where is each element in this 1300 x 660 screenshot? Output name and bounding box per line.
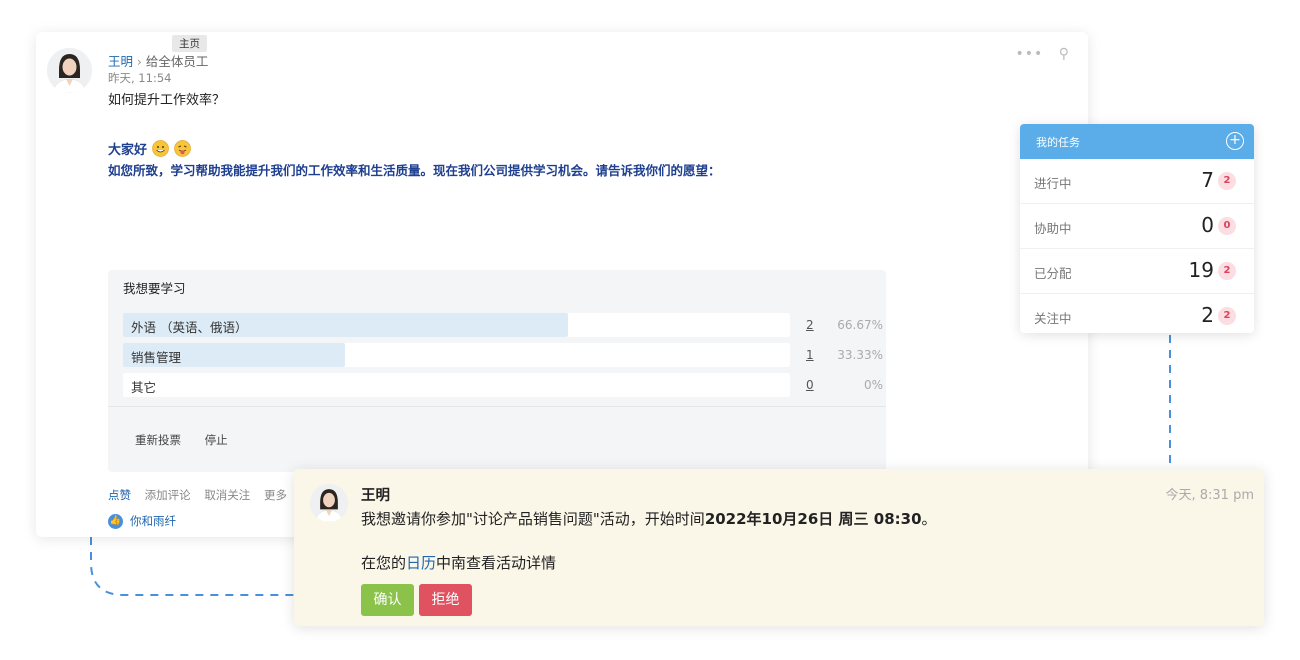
task-row-following[interactable]: 关注中 2 2 (1020, 294, 1254, 333)
poll-option-percent: 0% (863, 378, 883, 392)
task-badge: 2 (1218, 172, 1236, 190)
stop-poll-button[interactable]: 停止 (205, 433, 228, 447)
task-row-assisting[interactable]: 协助中 0 0 (1020, 204, 1254, 249)
post-subject: 如何提升工作效率？ (108, 93, 226, 108)
calendar-hint-suffix: 中南查看活动详情 (436, 554, 557, 572)
add-comment-button[interactable]: 添加评论 (145, 488, 191, 502)
invite-text: 我想邀请你参加"讨论产品销售问题"活动，开始时间2022年10月26日 周三 0… (361, 508, 937, 529)
poll-option-label: 外语 （英语、俄语） (131, 320, 248, 335)
invite-text-prefix: 我想邀请你参加"讨论产品销售问题"活动，开始时间 (361, 510, 705, 528)
poll-option-label: 其它 (131, 380, 157, 395)
calendar-link[interactable]: 日历 (406, 554, 436, 572)
poll-option[interactable]: 外语 （英语、俄语） 2 66.67% (123, 313, 883, 337)
connector-left (90, 537, 299, 596)
poll-option-count[interactable]: 0 (806, 378, 814, 392)
task-count: 2 (1201, 303, 1214, 327)
more-button[interactable]: 更多 (264, 488, 287, 502)
author-name[interactable]: 王明 (108, 54, 133, 69)
poll: 我想要学习 外语 （英语、俄语） 2 66.67% 销售管理 1 33.33% … (108, 270, 886, 472)
poll-option-count[interactable]: 2 (806, 318, 814, 332)
poll-actions: 重新投票 停止 (135, 432, 248, 448)
poll-option-label: 销售管理 (131, 350, 182, 365)
post-toolbar: ••• ⚲ (1006, 46, 1071, 62)
calendar-hint: 在您的日历中南查看活动详情 (361, 552, 556, 573)
event-invite-notification: 王明 今天, 8:31 pm 我想邀请你参加"讨论产品销售问题"活动，开始时间2… (294, 469, 1264, 626)
poll-title: 我想要学习 (123, 281, 186, 296)
greeting: 大家好 (108, 139, 191, 158)
tasks-header: 我的任务 + (1020, 124, 1254, 159)
author-avatar[interactable] (47, 48, 92, 93)
confirm-button[interactable]: 确认 (361, 584, 414, 616)
sender-name[interactable]: 王明 (361, 484, 390, 505)
likers-text: 你和雨纤 (130, 514, 176, 528)
calendar-hint-prefix: 在您的 (361, 554, 407, 572)
greeting-text: 大家好 (108, 143, 148, 158)
add-task-icon[interactable]: + (1226, 132, 1244, 150)
unfollow-button[interactable]: 取消关注 (204, 488, 250, 502)
poll-option[interactable]: 销售管理 1 33.33% (123, 343, 883, 367)
my-tasks-widget: 我的任务 + 进行中 7 2 协助中 0 0 已分配 19 2 关注中 2 2 (1020, 124, 1254, 333)
post-header: 王明 › 给全体员工 (108, 51, 208, 70)
task-badge: 2 (1218, 307, 1236, 325)
recipient[interactable]: 给全体员工 (146, 54, 209, 69)
task-badge: 2 (1218, 262, 1236, 280)
tasks-title: 我的任务 (1036, 136, 1080, 149)
task-row-in-progress[interactable]: 进行中 7 2 (1020, 159, 1254, 204)
poll-option-count[interactable]: 1 (806, 348, 814, 362)
home-tooltip: 主页 (172, 35, 207, 52)
task-count: 19 (1188, 258, 1214, 282)
task-count: 0 (1201, 213, 1214, 237)
invite-time: 今天, 8:31 pm (1165, 488, 1254, 503)
post-time: 昨天, 11:54 (108, 71, 172, 85)
task-label: 进行中 (1034, 176, 1072, 191)
reject-button[interactable]: 拒绝 (419, 584, 472, 616)
invite-datetime: 2022年10月26日 周三 08:30 (704, 510, 922, 528)
poll-option[interactable]: 其它 0 0% (123, 373, 883, 397)
task-count: 7 (1201, 168, 1214, 192)
task-label: 关注中 (1034, 311, 1072, 326)
pin-icon[interactable]: ⚲ (1059, 46, 1070, 62)
task-row-assigned[interactable]: 已分配 19 2 (1020, 249, 1254, 294)
tongue-emoji-icon (174, 140, 191, 157)
revote-button[interactable]: 重新投票 (135, 433, 181, 447)
like-button[interactable]: 点赞 (108, 488, 131, 502)
poll-divider (108, 406, 886, 407)
post-actions: 点赞 添加评论 取消关注 更多 (108, 487, 297, 503)
thumbs-up-icon: 👍 (108, 513, 123, 529)
likers[interactable]: 👍 你和雨纤 (108, 513, 176, 529)
post-message: 如您所致，学习帮助我能提升我们的工作效率和生活质量。现在我们公司提供学习机会。请… (108, 163, 721, 178)
poll-option-percent: 66.67% (837, 318, 883, 332)
poll-option-percent: 33.33% (837, 348, 883, 362)
task-label: 协助中 (1034, 221, 1072, 236)
more-icon[interactable]: ••• (1016, 46, 1044, 62)
poll-bar-track (123, 373, 790, 397)
connector-right (1169, 335, 1171, 469)
invite-text-suffix: 。 (921, 510, 937, 528)
task-label: 已分配 (1034, 266, 1072, 281)
smile-emoji-icon (152, 140, 169, 157)
sender-avatar[interactable] (310, 484, 348, 522)
chevron-right-icon: › (137, 55, 142, 69)
post-card: 主页 王明 › 给全体员工 昨天, 11:54 如何提升工作效率？ ••• ⚲ 大家… (36, 32, 1088, 537)
task-badge: 0 (1218, 217, 1236, 235)
